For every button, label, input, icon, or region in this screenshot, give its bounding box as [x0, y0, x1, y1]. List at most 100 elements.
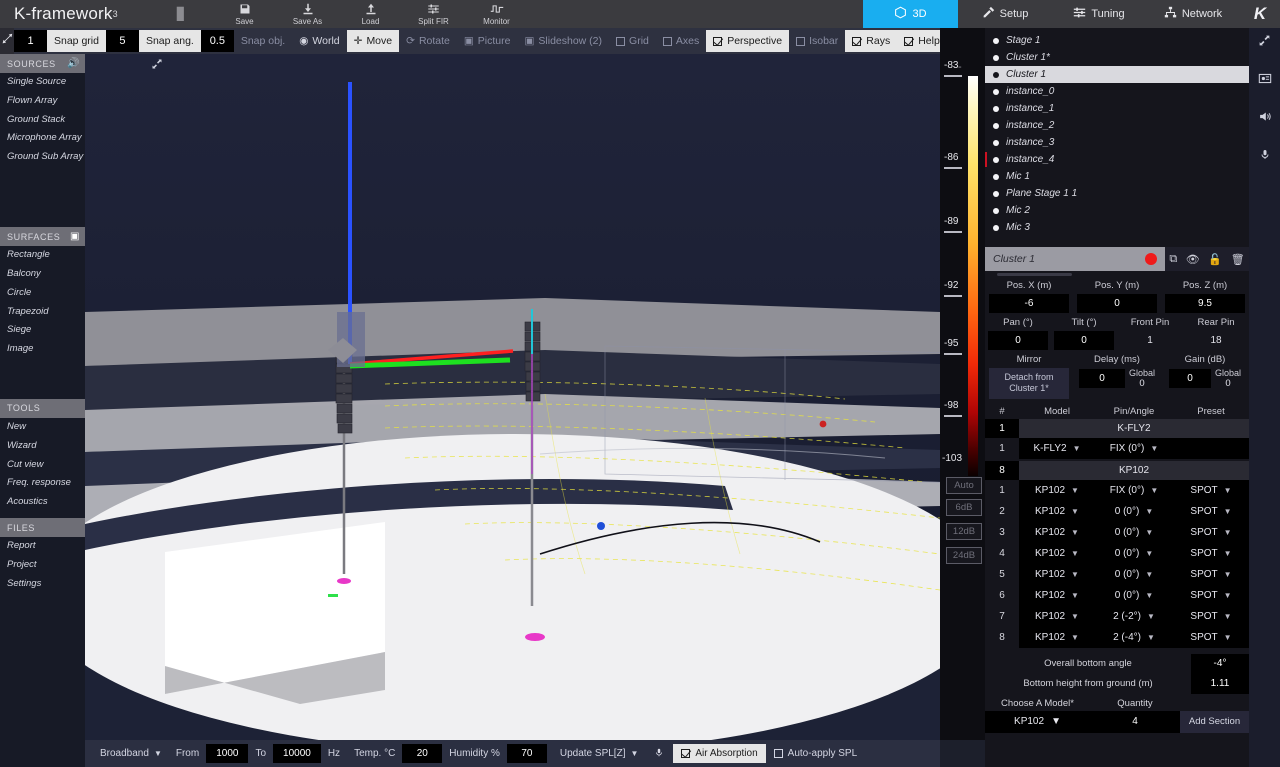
scale-button-12db[interactable]: 12dB — [946, 523, 982, 540]
preset-select[interactable]: SPOT ▼ — [1173, 569, 1249, 580]
model-select[interactable]: KP102 ▼ — [1019, 611, 1095, 622]
pin-angle-select[interactable]: 2 (-4°) ▼ — [1095, 632, 1173, 643]
scale-button-24db[interactable]: 24dB — [946, 547, 982, 564]
air-absorption-checkbox[interactable]: Air Absorption — [673, 744, 766, 763]
pin-angle-select[interactable]: 0 (0°) ▼ — [1095, 590, 1173, 601]
from-input[interactable]: 1000 — [206, 744, 249, 763]
tree-item[interactable]: Stage 1 — [985, 32, 1249, 49]
rotate-button[interactable]: ⟳ Rotate — [399, 28, 457, 54]
sidebar-item-project[interactable]: Project — [0, 556, 85, 575]
mode-tab-network[interactable]: Network — [1146, 0, 1240, 28]
toolbar-button-split-fir[interactable]: Split FIR — [402, 0, 465, 28]
sidebar-collapse-toggle[interactable] — [151, 58, 163, 73]
to-input[interactable]: 10000 — [273, 744, 321, 763]
snap-grid-input[interactable]: 1 — [14, 30, 47, 52]
toolbar-button-save[interactable]: Save — [213, 0, 276, 28]
snap-angle-input[interactable]: 5 — [105, 30, 139, 52]
tree-item[interactable]: Cluster 1 — [985, 66, 1249, 83]
tree-item[interactable]: instance_1 — [985, 100, 1249, 117]
preset-select[interactable]: SPOT ▼ — [1173, 590, 1249, 601]
field-rear-pin-value[interactable]: 18 — [1210, 331, 1221, 350]
microphone-icon[interactable] — [645, 746, 673, 762]
band-select[interactable]: Broadband ▼ — [93, 748, 169, 759]
tree-item[interactable]: instance_2 — [985, 117, 1249, 134]
tree-item[interactable]: Plane Stage 1 1 — [985, 185, 1249, 202]
field-gain-input[interactable]: 0 — [1168, 369, 1211, 388]
toolbar-button-monitor[interactable]: Monitor — [465, 0, 528, 28]
pin-angle-select[interactable]: 2 (-2°) ▼ — [1095, 611, 1173, 622]
model-select[interactable]: KP102 ▼ — [1019, 590, 1095, 601]
sidebar-item-single-source[interactable]: Single Source — [0, 73, 85, 92]
sidebar-item-flown-array[interactable]: Flown Array — [0, 92, 85, 111]
preset-select[interactable]: SPOT ▼ — [1173, 485, 1249, 496]
scale-button-auto[interactable]: Auto — [946, 477, 982, 494]
surface-icon[interactable]: ▣ — [70, 231, 80, 242]
microphone-icon[interactable] — [1259, 148, 1271, 164]
field-tilt-input[interactable]: 0 — [1054, 331, 1114, 350]
add-section-button[interactable]: Add Section — [1180, 710, 1249, 733]
sidebar-item-freq-response[interactable]: Freq. response — [0, 474, 85, 493]
toolbar-button-column[interactable]: ▊ — [150, 0, 213, 28]
tree-item[interactable]: Cluster 1* — [985, 49, 1249, 66]
transform-tool-group[interactable] — [0, 28, 14, 54]
speaker-icon[interactable] — [1258, 110, 1272, 126]
rays-checkbox[interactable]: Rays — [845, 30, 898, 52]
table-row[interactable]: 4 KP102 ▼ 0 (0°) ▼ SPOT ▼ — [985, 542, 1249, 564]
perspective-checkbox[interactable]: Perspective — [706, 30, 790, 52]
sidebar-item-image[interactable]: Image — [0, 340, 85, 359]
table-row[interactable]: 8 KP102 ▼ 2 (-4°) ▼ SPOT ▼ — [985, 626, 1249, 648]
pin-angle-select[interactable]: FIX (0°) ▼ — [1095, 443, 1173, 454]
model-select[interactable]: KP102 ▼ — [1019, 569, 1095, 580]
snap-object-button[interactable]: Snap obj. — [234, 28, 292, 54]
color-swatch-icon[interactable] — [1145, 253, 1157, 265]
unlock-icon[interactable]: 🔓 — [1208, 253, 1222, 266]
duplicate-icon[interactable]: ⧉ — [1169, 253, 1177, 266]
sidebar-item-report[interactable]: Report — [0, 537, 85, 556]
tree-item[interactable]: instance_3 — [985, 134, 1249, 151]
picture-button[interactable]: ▣ Picture — [457, 28, 518, 54]
model-select[interactable]: KP102 ▼ — [1019, 506, 1095, 517]
table-row[interactable]: 2 KP102 ▼ 0 (0°) ▼ SPOT ▼ — [985, 500, 1249, 522]
sidebar-item-balcony[interactable]: Balcony — [0, 265, 85, 284]
field-pos-z-input[interactable]: 9.5 — [1165, 294, 1245, 313]
mode-tab-3d[interactable]: 3D — [863, 0, 958, 28]
sidebar-item-trapezoid[interactable]: Trapezoid — [0, 303, 85, 322]
humidity-input[interactable]: 70 — [506, 744, 547, 763]
move-button[interactable]: ✛ Move — [346, 30, 400, 52]
world-button[interactable]: ◉ World — [292, 28, 346, 54]
table-row[interactable]: 6 KP102 ▼ 0 (0°) ▼ SPOT ▼ — [985, 584, 1249, 606]
pin-angle-select[interactable]: 0 (0°) ▼ — [1095, 527, 1173, 538]
tree-item[interactable]: instance_4 — [985, 151, 1249, 168]
field-pos-y-input[interactable]: 0 — [1077, 294, 1157, 313]
table-row[interactable]: 7 KP102 ▼ 2 (-2°) ▼ SPOT ▼ — [985, 605, 1249, 627]
sidebar-item-acoustics[interactable]: Acoustics — [0, 493, 85, 512]
tree-item[interactable]: Mic 2 — [985, 202, 1249, 219]
preset-select[interactable]: SPOT ▼ — [1173, 611, 1249, 622]
update-spl-button[interactable]: Update SPL[Z] ▼ — [553, 748, 646, 759]
overall-bottom-angle-value[interactable]: -4° — [1191, 653, 1249, 674]
screen-icon[interactable] — [1258, 72, 1272, 88]
model-select[interactable]: KP102 ▼ — [1019, 485, 1095, 496]
model-select[interactable]: KP102 ▼ — [1019, 632, 1095, 643]
preset-select[interactable]: SPOT ▼ — [1173, 632, 1249, 643]
field-pos-x-input[interactable]: -6 — [989, 294, 1069, 313]
sidebar-item-wizard[interactable]: Wizard — [0, 437, 85, 456]
isobar-checkbox[interactable]: Isobar — [789, 28, 845, 54]
preset-select[interactable]: SPOT ▼ — [1173, 506, 1249, 517]
expand-icon[interactable] — [1258, 34, 1271, 50]
detach-button[interactable]: Detach from Cluster 1* — [989, 368, 1069, 399]
field-delay-input[interactable]: 0 — [1078, 369, 1125, 388]
tree-item[interactable]: instance_0 — [985, 83, 1249, 100]
sidebar-item-new[interactable]: New — [0, 418, 85, 437]
tree-item[interactable]: Mic 1 — [985, 168, 1249, 185]
toolbar-button-save-as[interactable]: Save As — [276, 0, 339, 28]
grid-checkbox[interactable]: Grid — [609, 28, 656, 54]
sidebar-item-microphone-array[interactable]: Microphone Array — [0, 129, 85, 148]
model-select[interactable]: K-FLY2 ▼ — [1019, 443, 1095, 454]
table-row[interactable]: 1 KP102 ▼ FIX (0°) ▼ SPOT ▼ — [985, 479, 1249, 501]
auto-apply-spl-checkbox[interactable]: Auto-apply SPL — [766, 744, 866, 763]
temperature-input[interactable]: 20 — [402, 744, 443, 763]
pin-angle-select[interactable]: 0 (0°) ▼ — [1095, 569, 1173, 580]
pin-angle-select[interactable]: FIX (0°) ▼ — [1095, 485, 1173, 496]
quantity-input[interactable]: 4 — [1090, 710, 1180, 733]
